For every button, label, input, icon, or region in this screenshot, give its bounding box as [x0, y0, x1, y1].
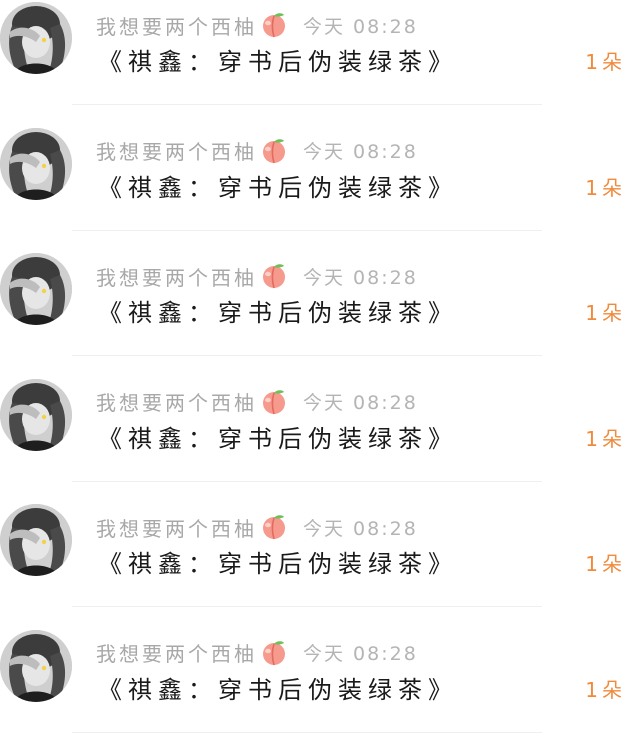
count-badge: 1朵 [585, 172, 626, 201]
username[interactable]: 我想要两个西柚 [96, 513, 257, 542]
avatar-photo-icon [0, 504, 72, 576]
count-badge: 1朵 [585, 46, 626, 75]
count-badge: 1朵 [585, 548, 626, 577]
avatar[interactable] [0, 2, 72, 74]
avatar-photo-icon [0, 630, 72, 702]
entry-title[interactable]: 《祺鑫：穿书后伪装绿茶》 [98, 42, 458, 77]
peach-icon [259, 389, 289, 415]
count-badge: 1朵 [585, 674, 626, 703]
timestamp: 今天 08:28 [303, 263, 418, 290]
username[interactable]: 我想要两个西柚 [96, 11, 257, 40]
peach-icon [259, 263, 289, 289]
divider [72, 355, 542, 356]
timestamp: 今天 08:28 [303, 12, 418, 39]
entry-title[interactable]: 《祺鑫：穿书后伪装绿茶》 [98, 168, 458, 203]
list-item[interactable]: 我想要两个西柚 今天 08:28 《祺鑫：穿书后伪装绿茶》 1朵 [0, 251, 640, 377]
username[interactable]: 我想要两个西柚 [96, 387, 257, 416]
divider [72, 104, 542, 105]
feed-list: 我想要两个西柚 今天 08:28 《祺鑫：穿书后伪装绿茶》 1朵 [0, 0, 640, 741]
entry-meta: 我想要两个西柚 今天 08:28 [96, 10, 418, 40]
avatar[interactable] [0, 253, 72, 325]
entry-meta: 我想要两个西柚 今天 08:28 [96, 512, 418, 542]
username[interactable]: 我想要两个西柚 [96, 136, 257, 165]
entry-title[interactable]: 《祺鑫：穿书后伪装绿茶》 [98, 670, 458, 705]
list-item[interactable]: 我想要两个西柚 今天 08:28 《祺鑫：穿书后伪装绿茶》 1朵 [0, 0, 640, 126]
peach-icon [259, 138, 289, 164]
list-item[interactable]: 我想要两个西柚 今天 08:28 《祺鑫：穿书后伪装绿茶》 1朵 [0, 628, 640, 753]
peach-icon [259, 640, 289, 666]
entry-meta: 我想要两个西柚 今天 08:28 [96, 136, 418, 166]
entry-title[interactable]: 《祺鑫：穿书后伪装绿茶》 [98, 544, 458, 579]
count-badge: 1朵 [585, 297, 626, 326]
avatar-photo-icon [0, 379, 72, 451]
avatar-photo-icon [0, 253, 72, 325]
username[interactable]: 我想要两个西柚 [96, 262, 257, 291]
list-item[interactable]: 我想要两个西柚 今天 08:28 《祺鑫：穿书后伪装绿茶》 1朵 [0, 126, 640, 252]
avatar[interactable] [0, 128, 72, 200]
timestamp: 今天 08:28 [303, 514, 418, 541]
avatar[interactable] [0, 379, 72, 451]
entry-meta: 我想要两个西柚 今天 08:28 [96, 261, 418, 291]
divider [72, 230, 542, 231]
username[interactable]: 我想要两个西柚 [96, 638, 257, 667]
avatar[interactable] [0, 504, 72, 576]
timestamp: 今天 08:28 [303, 137, 418, 164]
avatar-photo-icon [0, 2, 72, 74]
peach-icon [259, 514, 289, 540]
timestamp: 今天 08:28 [303, 388, 418, 415]
divider [72, 481, 542, 482]
timestamp: 今天 08:28 [303, 639, 418, 666]
entry-title[interactable]: 《祺鑫：穿书后伪装绿茶》 [98, 293, 458, 328]
avatar[interactable] [0, 630, 72, 702]
list-item[interactable]: 我想要两个西柚 今天 08:28 《祺鑫：穿书后伪装绿茶》 1朵 [0, 377, 640, 503]
list-item[interactable]: 我想要两个西柚 今天 08:28 《祺鑫：穿书后伪装绿茶》 1朵 [0, 502, 640, 628]
divider [72, 732, 542, 733]
divider [72, 606, 542, 607]
avatar-photo-icon [0, 128, 72, 200]
count-badge: 1朵 [585, 423, 626, 452]
peach-icon [259, 12, 289, 38]
entry-title[interactable]: 《祺鑫：穿书后伪装绿茶》 [98, 419, 458, 454]
entry-meta: 我想要两个西柚 今天 08:28 [96, 638, 418, 668]
entry-meta: 我想要两个西柚 今天 08:28 [96, 387, 418, 417]
